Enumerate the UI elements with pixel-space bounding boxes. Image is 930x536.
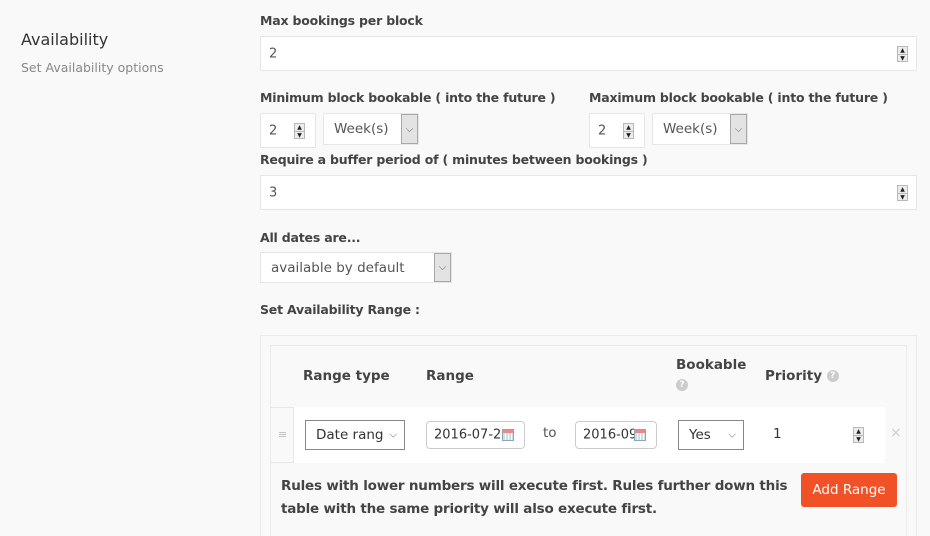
range-to-label: to [543,425,557,441]
max-block-label: Maximum block bookable ( into the future… [589,90,888,105]
range-to-input[interactable]: 2016-09 [575,421,657,449]
header-range-type: Range type [303,368,390,384]
spin-up-icon[interactable]: ▲ [295,124,304,131]
calendar-icon[interactable] [634,429,646,441]
header-bookable: Bookable [676,357,747,373]
spin-up-icon[interactable]: ▲ [898,47,907,54]
range-type-select[interactable]: Date rang ⌵ [305,420,405,450]
spin-up-icon[interactable]: ▲ [898,186,907,193]
section-title: Availability [21,30,109,49]
chevron-down-icon: ⌵ [434,253,451,282]
spin-up-icon[interactable]: ▲ [624,124,633,131]
max-block-spinner[interactable]: ▲ ▼ [623,123,634,139]
min-block-unit-value: Week(s) [334,121,389,137]
min-block-value: 2 [269,123,278,138]
range-to-value: 2016-09 [583,427,638,443]
buffer-value: 3 [269,185,278,200]
max-bookings-spinner[interactable]: ▲ ▼ [897,46,908,62]
min-block-label: Minimum block bookable ( into the future… [260,90,556,105]
spin-down-icon[interactable]: ▼ [295,131,304,139]
header-priority-label: Priority [765,368,822,384]
max-block-input[interactable]: 2 ▲ ▼ [589,113,645,148]
buffer-input[interactable]: 3 ▲ ▼ [260,175,917,210]
max-block-value: 2 [598,123,607,138]
range-from-input[interactable]: 2016-07-2 [426,421,525,449]
rules-note: Rules with lower numbers will execute fi… [281,478,788,517]
buffer-label: Require a buffer period of ( minutes bet… [260,152,648,167]
availability-range-label: Set Availability Range : [260,302,420,317]
max-block-unit-select[interactable]: Week(s) ⌵ [652,113,748,145]
header-priority: Priority ? [765,368,839,384]
bookable-select[interactable]: Yes ⌵ [678,420,744,450]
spin-down-icon[interactable]: ▼ [624,131,633,139]
chevron-down-icon: ⌵ [401,114,418,144]
drag-icon[interactable]: ≡ [278,428,287,441]
remove-row-icon[interactable]: × [890,425,902,441]
all-dates-value: available by default [271,259,405,276]
range-type-value: Date rang [316,427,384,443]
buffer-spinner[interactable]: ▲ ▼ [897,185,908,201]
header-range: Range [426,368,474,384]
section-description: Set Availability options [21,60,164,75]
chevron-down-icon: ⌵ [728,429,736,441]
spin-up-icon[interactable]: ▲ [854,428,863,435]
priority-help-icon[interactable]: ? [826,370,839,382]
max-bookings-value: 2 [269,46,278,61]
min-block-unit-select[interactable]: Week(s) ⌵ [323,113,419,145]
priority-value[interactable]: 1 [773,426,782,442]
bookable-value: Yes [689,427,711,443]
spin-down-icon[interactable]: ▼ [898,54,907,62]
chevron-down-icon: ⌵ [389,429,397,441]
spin-down-icon[interactable]: ▼ [898,193,907,201]
all-dates-label: All dates are... [260,230,361,245]
range-from-value: 2016-07-2 [434,427,502,443]
min-block-spinner[interactable]: ▲ ▼ [294,123,305,139]
priority-spinner[interactable]: ▲ ▼ [853,427,864,443]
add-range-button[interactable]: Add Range [801,473,897,507]
max-bookings-input[interactable]: 2 ▲ ▼ [260,36,917,71]
spin-down-icon[interactable]: ▼ [854,435,863,443]
max-bookings-label: Max bookings per block [260,13,423,28]
min-block-input[interactable]: 2 ▲ ▼ [260,113,316,148]
all-dates-select[interactable]: available by default ⌵ [260,252,452,283]
bookable-help-icon[interactable]: ? [676,379,688,391]
calendar-icon[interactable] [502,429,514,441]
chevron-down-icon: ⌵ [730,114,747,144]
max-block-unit-value: Week(s) [663,121,718,137]
